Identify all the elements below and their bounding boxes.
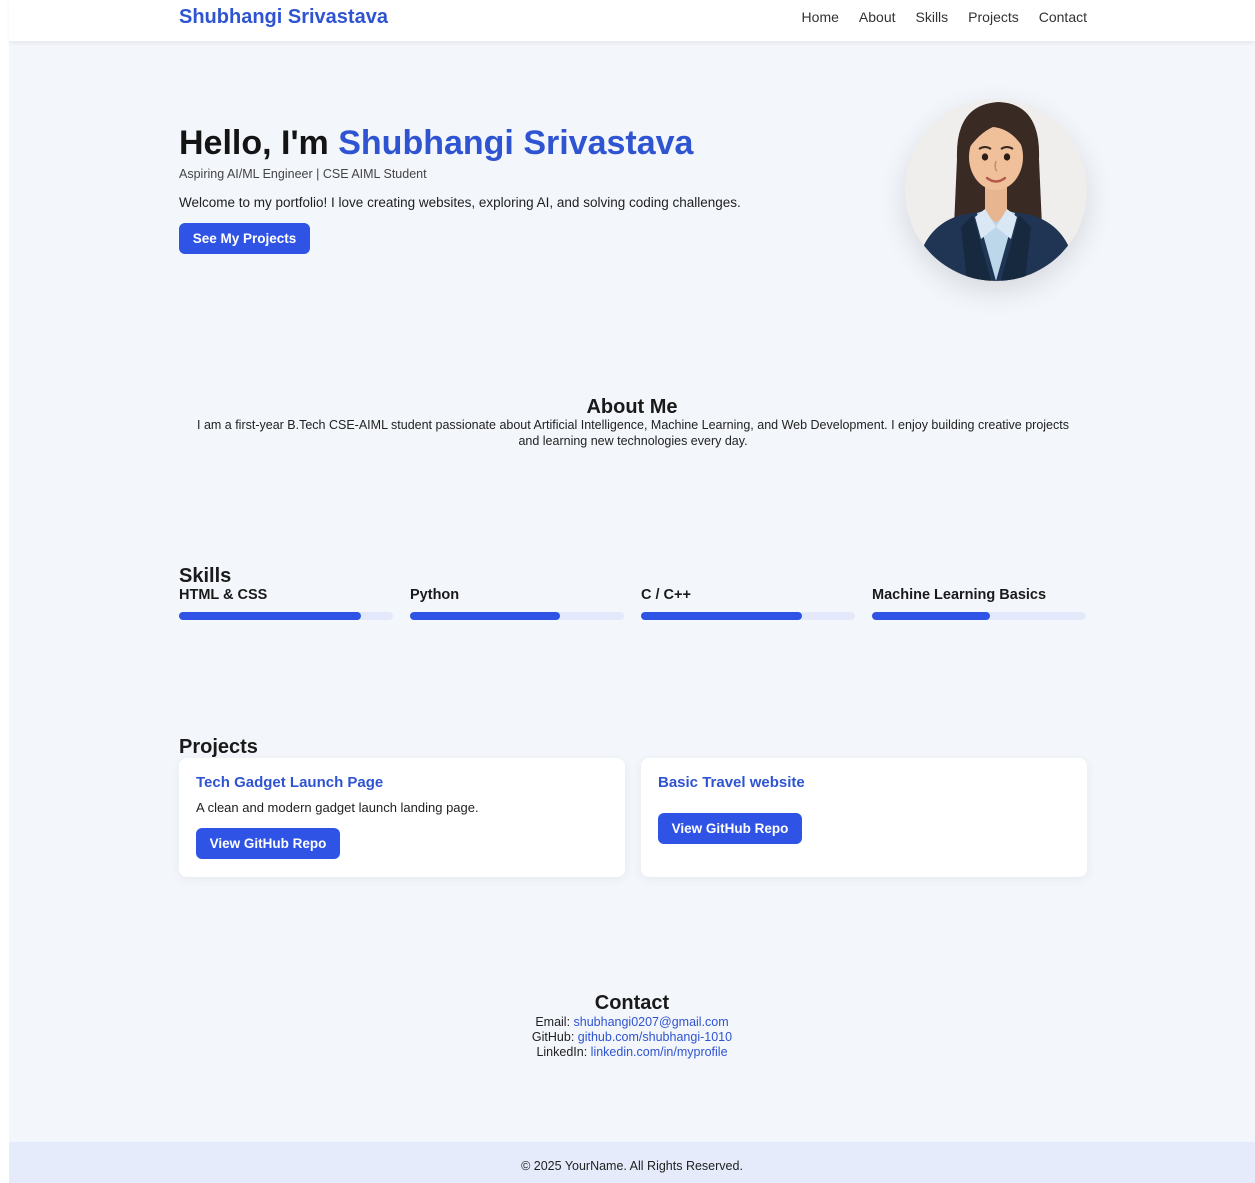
- linkedin-label: LinkedIn:: [536, 1045, 591, 1059]
- linkedin-link[interactable]: linkedin.com/in/myprofile: [591, 1045, 728, 1059]
- skill-item: Machine Learning Basics: [872, 587, 1086, 620]
- project-title: Tech Gadget Launch Page: [196, 774, 384, 791]
- hero-name: Shubhangi Srivastava: [338, 124, 694, 162]
- email-label: Email:: [535, 1015, 574, 1029]
- page: Shubhangi Srivastava Home About Skills P…: [9, 0, 1255, 1183]
- project-title: Basic Travel website: [658, 774, 805, 791]
- contact-title: Contact: [594, 992, 670, 1014]
- skill-progress-fill: [872, 612, 990, 620]
- project-description: A clean and modern gadget launch landing…: [196, 800, 479, 815]
- project-card: Tech Gadget Launch Page A clean and mode…: [179, 758, 625, 877]
- about-title: About Me: [586, 396, 678, 418]
- profile-avatar: [905, 99, 1087, 281]
- brand-logo[interactable]: Shubhangi Srivastava: [179, 6, 388, 29]
- skill-item: HTML & CSS: [179, 587, 393, 620]
- skill-progress-track: [641, 612, 855, 620]
- nav-link-home[interactable]: Home: [802, 9, 839, 25]
- skill-name: Python: [410, 587, 460, 603]
- contact-github-line: GitHub: github.com/shubhangi-1010: [9, 1030, 1255, 1045]
- contact-linkedin-line: LinkedIn: linkedin.com/in/myprofile: [9, 1045, 1255, 1060]
- skill-item: Python: [410, 587, 624, 620]
- footer-copyright: © 2025 YourName. All Rights Reserved.: [521, 1159, 743, 1173]
- skill-item: C / C++: [641, 587, 855, 620]
- view-github-repo-button[interactable]: View GitHub Repo: [658, 813, 802, 844]
- skill-progress-fill: [641, 612, 802, 620]
- about-text: I am a first-year B.Tech CSE-AIML studen…: [197, 418, 1069, 448]
- projects-title: Projects: [179, 736, 258, 758]
- github-link[interactable]: github.com/shubhangi-1010: [578, 1030, 732, 1044]
- nav-link-about[interactable]: About: [859, 9, 896, 25]
- hero-subtitle: Aspiring AI/ML Engineer | CSE AIML Stude…: [179, 167, 427, 181]
- hero-welcome-text: Welcome to my portfolio! I love creating…: [179, 195, 741, 210]
- nav-link-contact[interactable]: Contact: [1039, 9, 1087, 25]
- skill-name: Machine Learning Basics: [872, 587, 1047, 603]
- email-link[interactable]: shubhangi0207@gmail.com: [574, 1015, 729, 1029]
- hero-title: Hello, I'm Shubhangi Srivastava: [179, 124, 693, 163]
- skill-progress-fill: [179, 612, 361, 620]
- contact-details: Email: shubhangi0207@gmail.com GitHub: g…: [9, 1015, 1255, 1060]
- contact-email-line: Email: shubhangi0207@gmail.com: [9, 1015, 1255, 1030]
- github-label: GitHub:: [531, 1030, 578, 1044]
- nav-link-skills[interactable]: Skills: [916, 9, 949, 25]
- skill-progress-track: [872, 612, 1086, 620]
- see-projects-button[interactable]: See My Projects: [179, 223, 310, 254]
- nav-link-projects[interactable]: Projects: [968, 9, 1019, 25]
- avatar-illustration: [905, 99, 1087, 281]
- hero-greeting: Hello, I'm: [179, 124, 339, 162]
- view-github-repo-button[interactable]: View GitHub Repo: [196, 828, 340, 859]
- skill-progress-fill: [410, 612, 560, 620]
- skills-title: Skills: [179, 565, 232, 587]
- nav-links: Home About Skills Projects Contact: [802, 9, 1087, 25]
- skill-name: HTML & CSS: [179, 587, 268, 603]
- navbar: Shubhangi Srivastava Home About Skills P…: [9, 0, 1255, 41]
- skill-name: C / C++: [641, 587, 691, 603]
- skill-progress-track: [410, 612, 624, 620]
- footer: © 2025 YourName. All Rights Reserved.: [9, 1142, 1255, 1183]
- skill-progress-track: [179, 612, 393, 620]
- project-card: Basic Travel website View GitHub Repo: [641, 758, 1087, 877]
